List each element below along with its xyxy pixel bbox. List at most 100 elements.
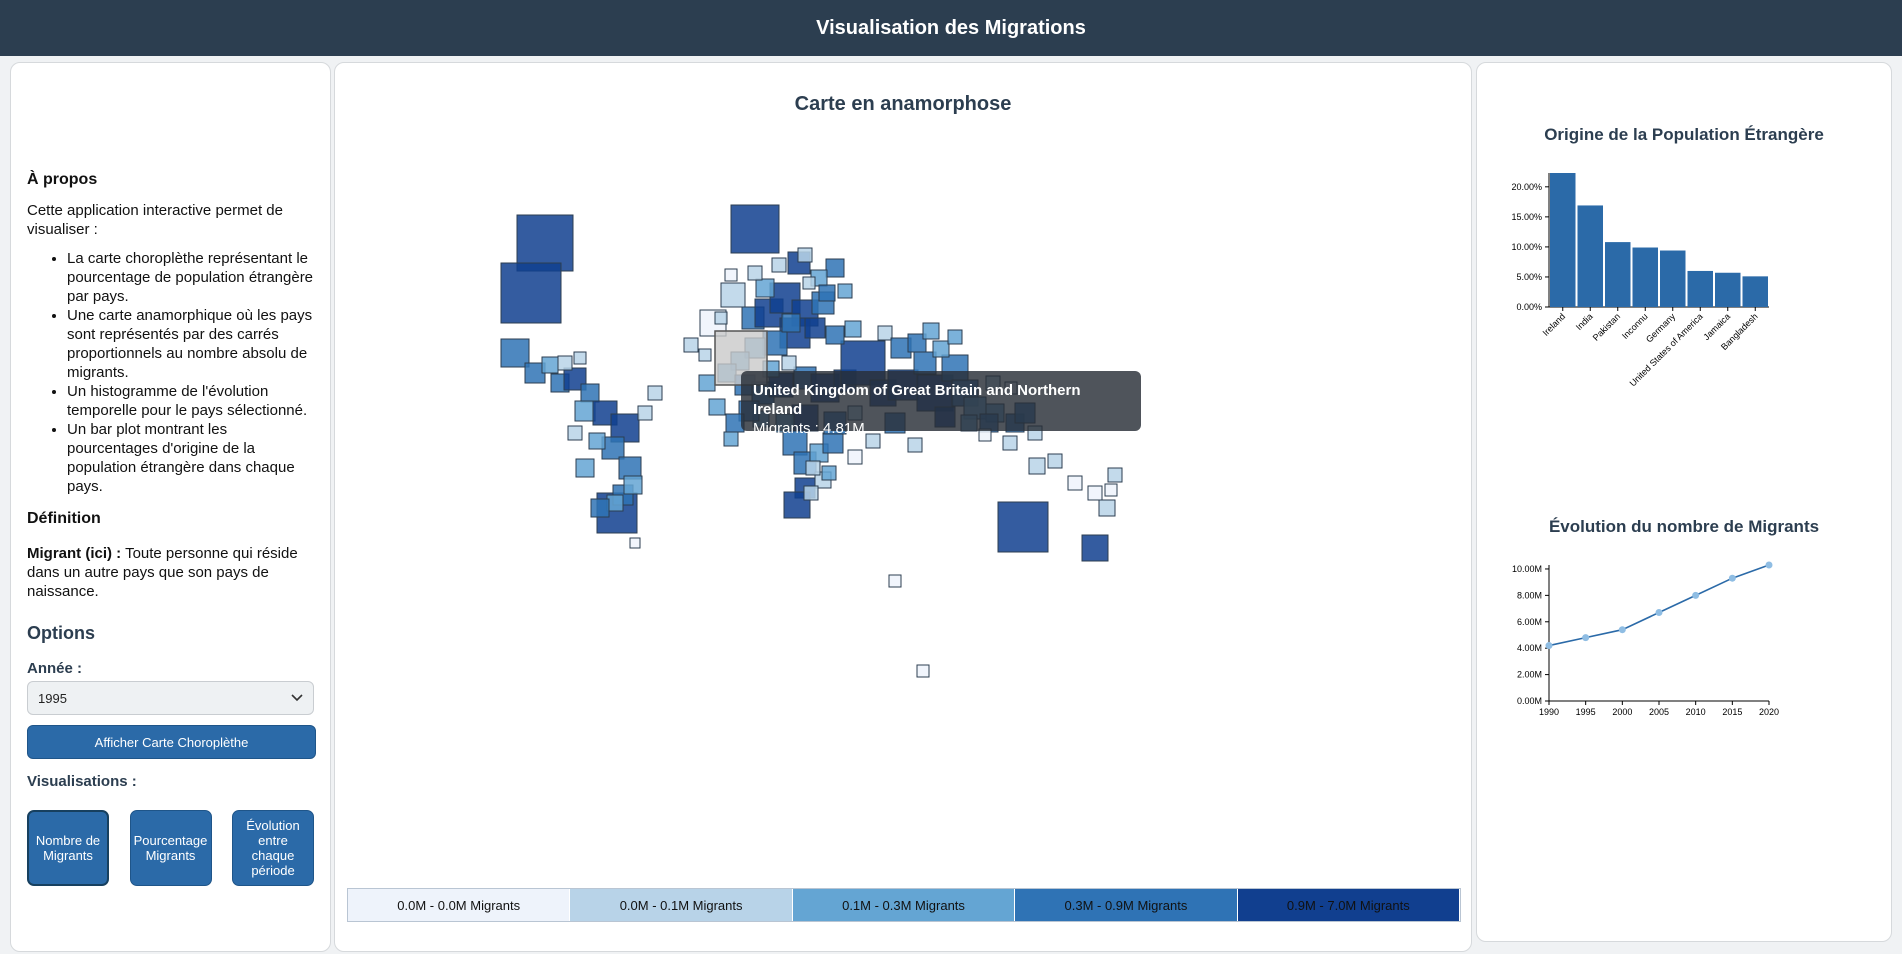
x-tick-label: 1990 [1539,707,1559,717]
country-square[interactable] [557,355,573,371]
country-square[interactable] [567,425,583,441]
country-square[interactable] [647,385,663,401]
options-title: Options [27,623,95,643]
bar [1660,250,1686,307]
bar [1605,242,1631,307]
country-square[interactable] [803,485,819,501]
x-tick-label: 2020 [1759,707,1779,717]
country-square[interactable] [907,437,923,453]
country-square[interactable] [818,284,836,302]
about-item: Un bar plot montrant les pourcentages d'… [67,420,314,496]
country-square[interactable] [877,325,893,341]
tooltip-country: United Kingdom of Great Britain and Nort… [753,382,1081,418]
country-square[interactable] [573,351,587,365]
country-square[interactable] [1104,483,1118,497]
country-square[interactable] [714,311,728,325]
country-square[interactable] [844,320,862,338]
migrants-count-button[interactable]: Nombre de Migrants [27,810,109,886]
country-square[interactable] [805,460,821,476]
x-tick-label: Pakistan [1591,311,1622,342]
country-square[interactable] [1047,453,1063,469]
x-tick-label: 2015 [1722,707,1742,717]
y-tick-label: 10.00M [1512,564,1542,574]
legend-item: 0.0M - 0.0M Migrants [348,889,571,921]
country-square[interactable] [797,247,813,263]
bar [1550,173,1576,307]
x-tick-label: 2005 [1649,707,1669,717]
country-square[interactable] [637,405,653,421]
country-square[interactable] [1087,485,1103,501]
legend-item: 0.1M - 0.3M Migrants [792,889,1016,921]
country-square[interactable] [804,317,826,339]
country-square[interactable] [730,204,780,254]
country-square[interactable] [724,268,738,282]
migrants-percentage-button[interactable]: Pourcentage Migrants [129,810,212,886]
country-square[interactable] [888,574,902,588]
data-point [1655,609,1663,617]
show-choropleth-button[interactable]: Afficher Carte Choroplèthe [27,725,316,759]
country-square[interactable] [825,258,845,278]
country-square[interactable] [698,374,716,392]
country-square[interactable] [1028,457,1046,475]
bar-chart-title: Origine de la Population Étrangère [1544,125,1824,144]
country-square[interactable] [821,465,837,481]
country-square[interactable] [947,329,963,345]
country-square[interactable] [1002,435,1018,451]
y-tick-label: 0.00M [1517,696,1542,706]
y-tick-label: 5.00% [1516,272,1542,282]
country-square[interactable] [683,337,699,353]
country-square[interactable] [837,283,853,299]
year-select[interactable]: 1995 [27,681,314,715]
country-square[interactable] [580,383,600,403]
country-square[interactable] [588,432,606,450]
legend-item: 0.9M - 7.0M Migrants [1237,889,1461,921]
country-square[interactable] [997,501,1049,553]
country-square[interactable] [781,313,801,333]
about-item: Un histogramme de l'évolution temporelle… [67,382,314,420]
y-tick-label: 20.00% [1511,182,1542,192]
data-point [1692,591,1700,599]
tooltip-value: Migrants : 4.81M [753,420,865,437]
country-square[interactable] [922,322,940,340]
definition-term: Migrant (ici) : [27,545,122,562]
y-tick-label: 10.00% [1511,242,1542,252]
country-square[interactable] [708,398,726,416]
country-square[interactable] [541,356,559,374]
country-square[interactable] [755,278,775,298]
country-square[interactable] [500,262,562,324]
country-square[interactable] [723,431,739,447]
country-square[interactable] [1098,499,1116,517]
country-square[interactable] [771,257,787,273]
country-square[interactable] [1107,467,1123,483]
x-tick-label: India [1574,311,1595,332]
country-square[interactable] [574,400,596,422]
country-square[interactable] [575,458,595,478]
chevron-down-icon [291,694,303,702]
country-square[interactable] [629,537,641,549]
country-square[interactable] [781,355,797,371]
country-square[interactable] [825,325,845,345]
about-item: La carte choroplèthe représentant le pou… [67,249,314,306]
country-square[interactable] [1067,475,1083,491]
country-square[interactable] [747,265,763,281]
about-list: La carte choroplèthe représentant le pou… [27,249,314,496]
country-square[interactable] [698,348,712,362]
cartogram-map[interactable] [335,123,1471,883]
x-tick-label: 1995 [1576,707,1596,717]
country-square[interactable] [847,449,863,465]
country-square[interactable] [590,498,610,518]
country-square[interactable] [720,282,746,308]
data-point [1728,574,1736,582]
country-square[interactable] [932,340,950,358]
bar [1632,247,1658,307]
origin-bar-chart: 0.00% 5.00% 10.00% 15.00% 20.00% Ireland India… [1511,173,1769,388]
evolution-button[interactable]: Évolution entre chaque période [232,810,314,886]
country-square[interactable] [916,664,930,678]
country-square[interactable] [623,475,643,495]
legend-item: 0.0M - 0.1M Migrants [570,889,793,921]
about-item: Une carte anamorphique où les pays sont … [67,306,314,382]
map-title: Carte en anamorphose [794,93,1012,115]
country-square[interactable] [1081,534,1109,562]
data-point [1545,642,1553,650]
country-square[interactable] [802,276,816,290]
